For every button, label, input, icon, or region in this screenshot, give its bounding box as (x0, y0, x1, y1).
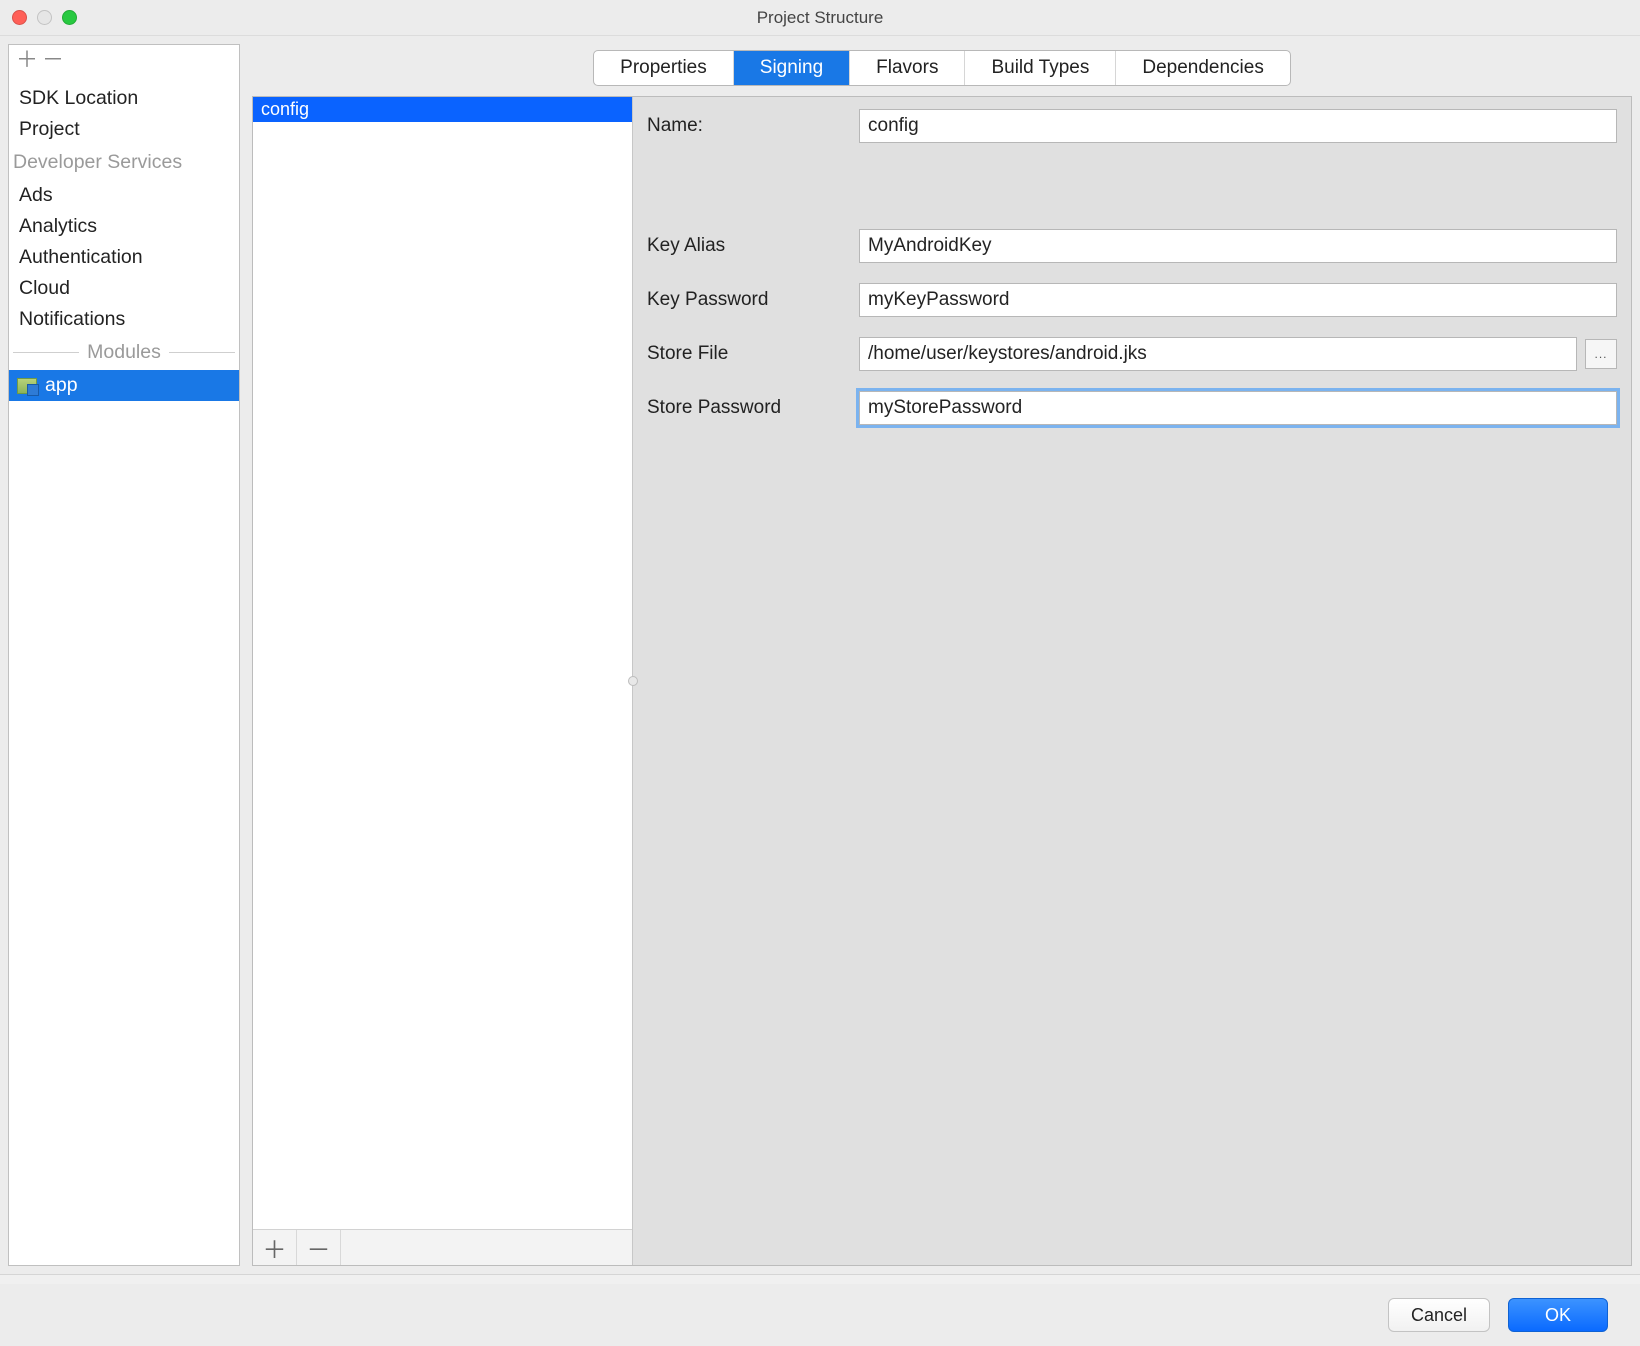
store-password-field[interactable]: myStorePassword (859, 391, 1617, 425)
sidebar-add-button[interactable]: ＋ (15, 51, 39, 75)
sidebar-item-notifications[interactable]: Notifications (9, 304, 239, 335)
sidebar: ＋ － SDK Location Project Developer Servi… (8, 44, 240, 1266)
spacer (647, 163, 1617, 209)
cancel-button[interactable]: Cancel (1388, 1298, 1490, 1332)
divider (13, 352, 79, 353)
form-area: Name: config Key Alias MyAndroidKey Key … (633, 97, 1631, 1265)
tab-signing[interactable]: Signing (734, 51, 850, 85)
store-file-label: Store File (647, 343, 847, 365)
segmented-tabs: Properties Signing Flavors Build Types D… (593, 50, 1291, 86)
tab-build-types[interactable]: Build Types (965, 51, 1116, 85)
tab-bar: Properties Signing Flavors Build Types D… (252, 44, 1632, 96)
store-file-field[interactable]: /home/user/keystores/android.jks (859, 337, 1577, 371)
splitter-handle-icon[interactable] (628, 676, 638, 686)
browse-button[interactable]: ... (1585, 339, 1617, 369)
module-icon (17, 378, 37, 394)
sidebar-item-authentication[interactable]: Authentication (9, 242, 239, 273)
window-title: Project Structure (0, 8, 1640, 28)
ok-button[interactable]: OK (1508, 1298, 1608, 1332)
sidebar-item-ads[interactable]: Ads (9, 180, 239, 211)
configs-add-button[interactable]: ＋ (253, 1230, 297, 1265)
tab-flavors[interactable]: Flavors (850, 51, 965, 85)
sidebar-item-project[interactable]: Project (9, 114, 239, 145)
sidebar-item-label: app (45, 374, 78, 397)
sidebar-toolbar: ＋ － (9, 45, 239, 81)
configs-remove-button[interactable]: － (297, 1230, 341, 1265)
tab-properties[interactable]: Properties (594, 51, 734, 85)
key-password-label: Key Password (647, 289, 847, 311)
store-password-label: Store Password (647, 397, 847, 419)
titlebar: Project Structure (0, 0, 1640, 36)
config-item[interactable]: config (253, 97, 632, 122)
content: ＋ － SDK Location Project Developer Servi… (0, 36, 1640, 1274)
sidebar-section-modules: Modules (9, 335, 239, 370)
store-file-row: /home/user/keystores/android.jks ... (859, 337, 1617, 371)
sidebar-item-app[interactable]: app (9, 370, 239, 401)
footer: Cancel OK (0, 1284, 1640, 1346)
form-grid: Name: config Key Alias MyAndroidKey Key … (647, 109, 1617, 425)
sidebar-remove-button[interactable]: － (41, 51, 65, 75)
sidebar-item-analytics[interactable]: Analytics (9, 211, 239, 242)
project-structure-window: Project Structure ＋ － SDK Location Proje… (0, 0, 1640, 1346)
footer-divider (0, 1274, 1640, 1284)
sidebar-section-modules-label: Modules (87, 341, 161, 364)
configs-empty (253, 122, 632, 1229)
sidebar-section-developer-services: Developer Services (9, 145, 239, 180)
configs-toolbar: ＋ － (253, 1229, 632, 1265)
key-alias-label: Key Alias (647, 235, 847, 257)
main-column: Properties Signing Flavors Build Types D… (252, 44, 1632, 1266)
signing-panel: config ＋ － Name: config Key Alias MyAndr (252, 96, 1632, 1266)
name-field[interactable]: config (859, 109, 1617, 143)
divider (169, 352, 235, 353)
key-password-field[interactable]: myKeyPassword (859, 283, 1617, 317)
sidebar-item-cloud[interactable]: Cloud (9, 273, 239, 304)
key-alias-field[interactable]: MyAndroidKey (859, 229, 1617, 263)
sidebar-item-sdk-location[interactable]: SDK Location (9, 83, 239, 114)
tab-dependencies[interactable]: Dependencies (1116, 51, 1289, 85)
sidebar-list: SDK Location Project Developer Services … (9, 81, 239, 1265)
configs-list: config ＋ － (253, 97, 633, 1265)
name-label: Name: (647, 115, 847, 137)
